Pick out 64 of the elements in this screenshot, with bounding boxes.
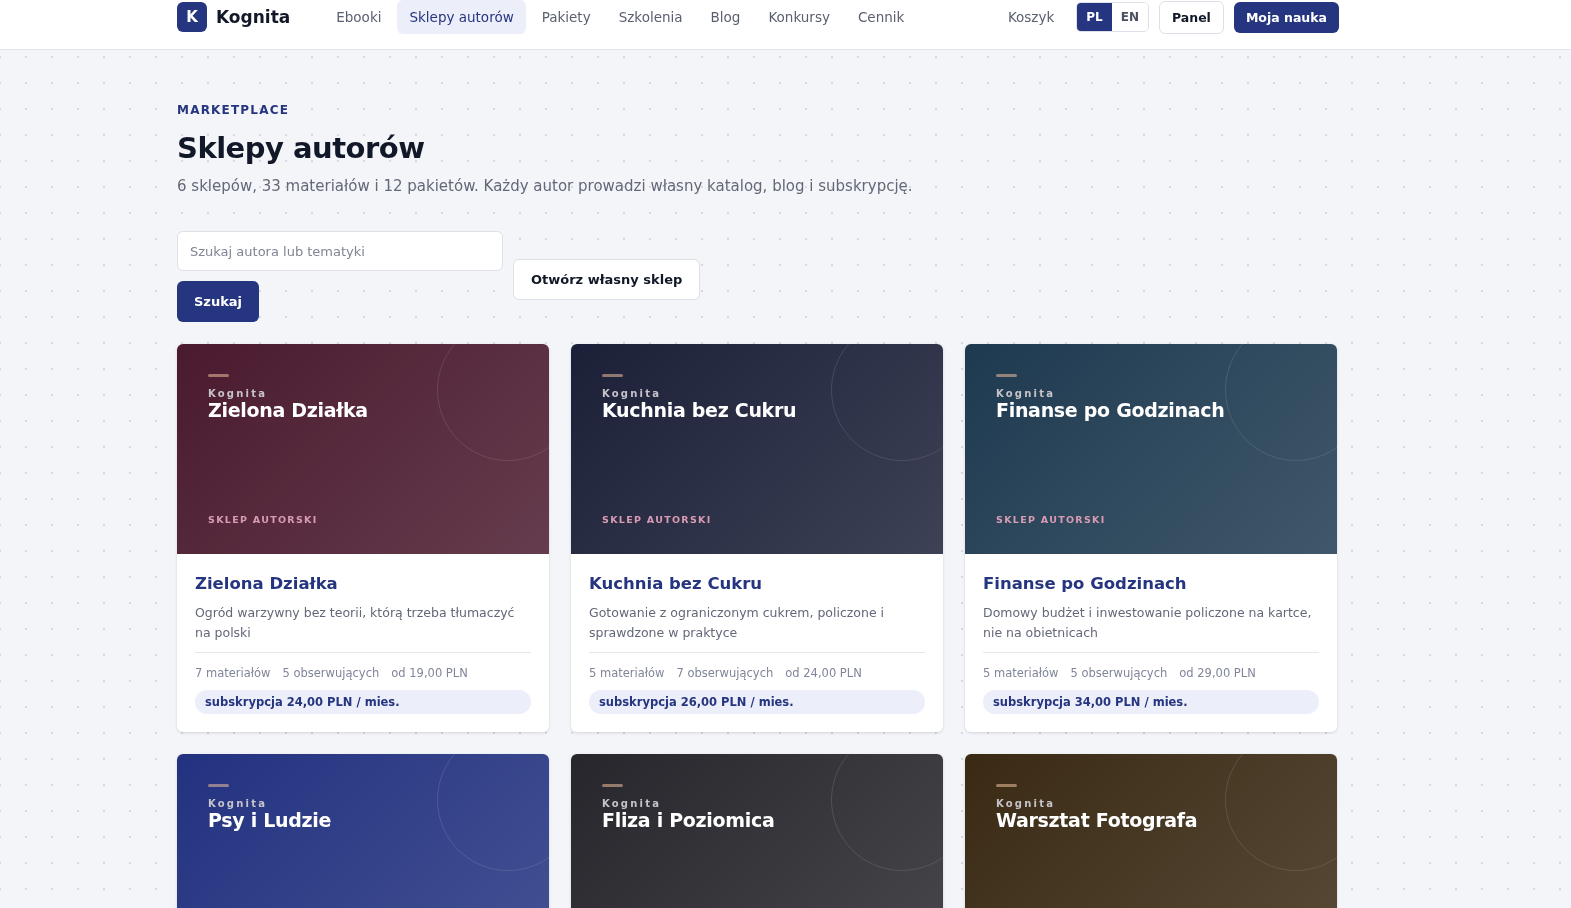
cover-title: Zielona Działka — [208, 399, 369, 421]
my-learning-button[interactable]: Moja nauka — [1233, 1, 1339, 33]
cover-title: Finanse po Godzinach — [996, 399, 1226, 421]
followers-count: 7 obserwujących — [676, 666, 774, 680]
cover-title: Kuchnia bez Cukru — [602, 399, 798, 421]
cover-brand: Kognita — [602, 798, 663, 809]
price-from: od 24,00 PLN — [785, 666, 862, 680]
accent-line — [208, 784, 229, 787]
cover-brand: Kognita — [996, 798, 1057, 809]
cover-title: Warsztat Fotografa — [996, 809, 1199, 831]
shop-card[interactable]: Kognita Psy i Ludzie — [177, 754, 549, 908]
page-subtitle: 6 sklepów, 33 materiałów i 12 pakietów. Każdy autor prowadzi własny katalog, blog i subskrypcję. — [177, 177, 914, 195]
nav-link[interactable]: Pakiety — [529, 0, 603, 34]
materials-count: 5 materiałów — [589, 666, 665, 680]
nav-link[interactable]: Ebooki — [324, 0, 394, 34]
shop-name[interactable]: Kuchnia bez Cukru — [589, 574, 925, 593]
price-from: od 19,00 PLN — [391, 666, 468, 680]
cover-label: SKLEP AUTORSKI — [996, 514, 1106, 525]
panel-button[interactable]: Panel — [1158, 0, 1224, 34]
shop-card[interactable]: Kognita Fliza i Poziomica — [571, 754, 943, 908]
brand-name[interactable]: Kognita — [216, 7, 291, 27]
cart-link[interactable]: Koszyk — [1007, 9, 1055, 25]
subscription-pill: subskrypcja 26,00 PLN / mies. — [589, 690, 925, 714]
shop-description: Ogród warzywny bez teorii, którą trzeba tłumaczyć na polski — [195, 603, 531, 653]
accent-line — [208, 374, 229, 377]
shop-description: Gotowanie z ograniczonym cukrem, policzone i sprawdzone w praktyce — [589, 603, 925, 653]
nav-link[interactable]: Szkolenia — [606, 0, 695, 34]
accent-line — [996, 374, 1017, 377]
subscription-pill: subskrypcja 24,00 PLN / mies. — [195, 690, 531, 714]
nav-link[interactable]: Blog — [698, 0, 753, 34]
price-from: od 29,00 PLN — [1179, 666, 1256, 680]
accent-line — [996, 784, 1017, 787]
cover-brand: Kognita — [602, 388, 663, 399]
cover-title: Psy i Ludzie — [208, 809, 333, 831]
nav-link[interactable]: Konkursy — [756, 0, 842, 34]
subscription-pill: subskrypcja 34,00 PLN / mies. — [983, 690, 1319, 714]
cover-brand: Kognita — [208, 798, 269, 809]
cover-label: SKLEP AUTORSKI — [208, 514, 318, 525]
search-button[interactable]: Szukaj — [177, 281, 260, 322]
shop-description: Domowy budżet i inwestowanie policzone na kartce, nie na obietnicach — [983, 603, 1319, 653]
shop-card[interactable]: Kognita Warsztat Fotografa — [965, 754, 1337, 908]
nav-link[interactable]: Sklepy autorów — [397, 0, 526, 34]
language-option[interactable]: PL — [1077, 3, 1112, 31]
shop-name[interactable]: Finanse po Godzinach — [983, 574, 1319, 593]
followers-count: 5 obserwujących — [282, 666, 380, 680]
cover-brand: Kognita — [996, 388, 1057, 399]
logo-icon[interactable]: K — [177, 2, 207, 32]
accent-line — [602, 374, 623, 377]
shop-card[interactable] — [965, 344, 1337, 732]
materials-count: 5 materiałów — [983, 666, 1059, 680]
eyebrow-label: MARKETPLACE — [177, 103, 291, 117]
cover-title: Fliza i Poziomica — [602, 809, 776, 831]
shop-card[interactable]: Kognita Zielona Działka SKLEP AUTORSKI Zielona Działka Ogród warzywny bez teorii, którą trzeba tłumaczyć na polski 7 materiałów 5 obserwujących od 19,00 PLN subskrypcja 24,00 PLN / mies. — [177, 344, 549, 732]
nav-link[interactable]: Cennik — [845, 0, 917, 34]
shop-name[interactable]: Zielona Działka — [195, 574, 531, 593]
page-title: Sklepy autorów — [177, 131, 426, 165]
accent-line — [602, 784, 623, 787]
followers-count: 5 obserwujących — [1070, 666, 1168, 680]
cover-brand: Kognita — [208, 388, 269, 399]
cover-label: SKLEP AUTORSKI — [602, 514, 712, 525]
search-field[interactable]: Szukaj autora lub tematyki — [177, 231, 503, 271]
shop-card[interactable]: Kognita Kuchnia bez Cukru SKLEP AUTORSKI Kuchnia bez Cukru Gotowanie z ograniczonym cukrem, policzone i sprawdzone w praktyce 5 materiałów 7 obserwujących od 24,00 PLN subskrypcja 26,00 PLN / mies. — [571, 344, 943, 732]
open-shop-button[interactable]: Otwórz własny sklep — [513, 258, 701, 300]
materials-count: 7 materiałów — [195, 666, 271, 680]
